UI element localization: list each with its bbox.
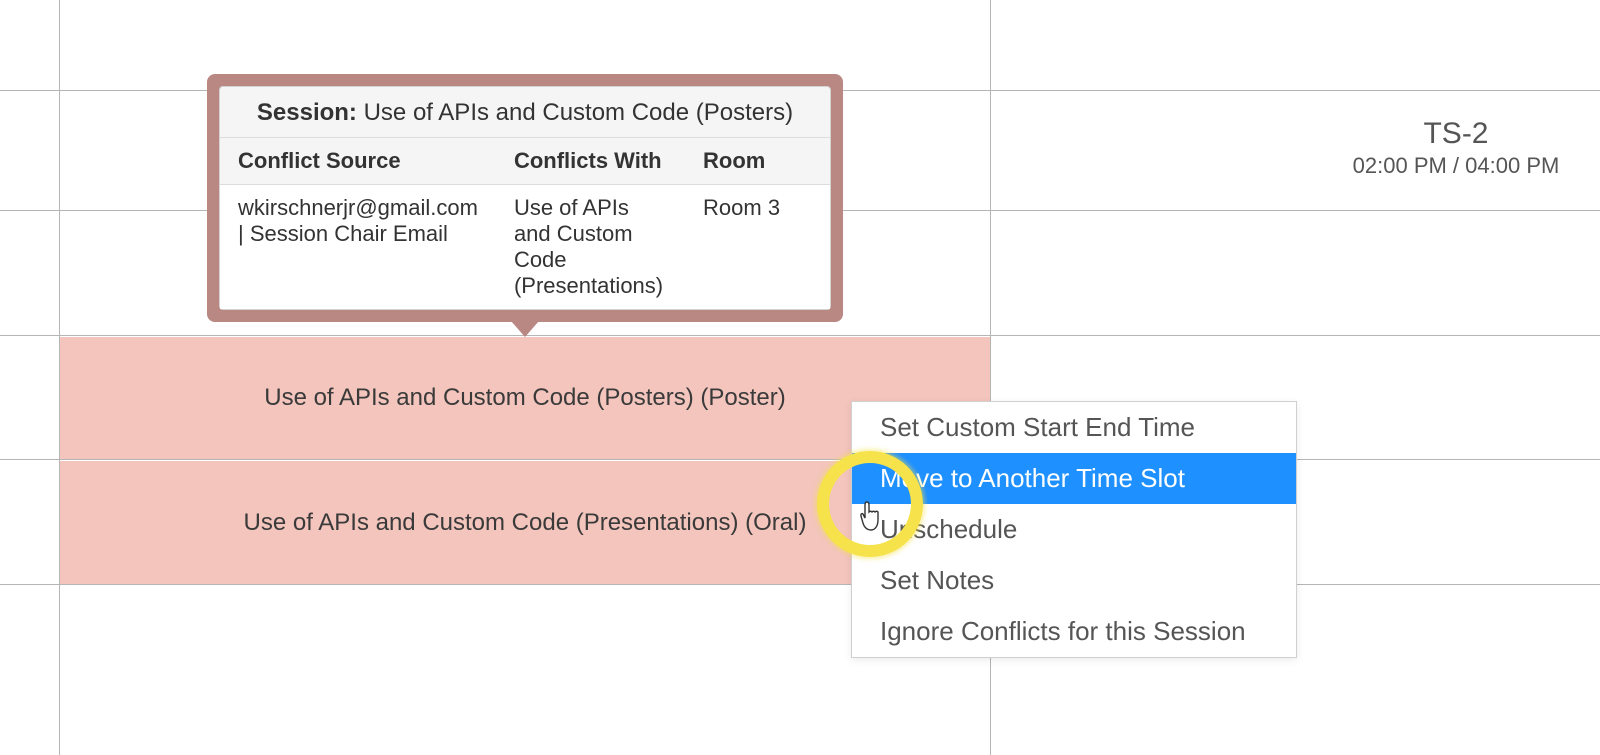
col-conflict-source: Conflict Source <box>220 138 496 185</box>
session-label: Use of APIs and Custom Code (Presentatio… <box>244 509 807 537</box>
grid-line <box>0 584 1600 585</box>
menu-ignore-conflicts[interactable]: Ignore Conflicts for this Session <box>852 606 1296 657</box>
menu-set-custom-time[interactable]: Set Custom Start End Time <box>852 402 1296 453</box>
tooltip-title-value: Use of APIs and Custom Code (Posters) <box>364 99 794 126</box>
col-room: Room <box>685 138 830 185</box>
table-header-row: Conflict Source Conflicts With Room <box>220 138 830 185</box>
timeslot-ts2[interactable]: TS-2 02:00 PM / 04:00 PM <box>991 116 1600 180</box>
timeslot-code: TS-2 <box>991 116 1600 152</box>
conflict-table: Conflict Source Conflicts With Room wkir… <box>220 137 830 309</box>
menu-move-timeslot[interactable]: Move to Another Time Slot <box>852 453 1296 504</box>
conflict-tooltip: Session: Use of APIs and Custom Code (Po… <box>207 74 843 337</box>
menu-set-notes[interactable]: Set Notes <box>852 555 1296 606</box>
cell-room: Room 3 <box>685 185 830 310</box>
tooltip-arrow-icon <box>511 321 539 337</box>
col-conflicts-with: Conflicts With <box>496 138 685 185</box>
tooltip-title: Session: Use of APIs and Custom Code (Po… <box>220 87 830 137</box>
menu-unschedule[interactable]: Unschedule <box>852 504 1296 555</box>
session-label: Use of APIs and Custom Code (Posters) (P… <box>264 384 786 412</box>
table-row: wkirschnerjr@gmail.com | Session Chair E… <box>220 185 830 310</box>
session-context-menu: Set Custom Start End Time Move to Anothe… <box>851 401 1297 658</box>
cell-conflicts-with: Use of APIs and Custom Code (Presentatio… <box>496 185 685 310</box>
tooltip-title-label: Session: <box>257 99 357 126</box>
timeslot-time: 02:00 PM / 04:00 PM <box>991 152 1600 180</box>
cell-conflict-source: wkirschnerjr@gmail.com | Session Chair E… <box>220 185 496 310</box>
